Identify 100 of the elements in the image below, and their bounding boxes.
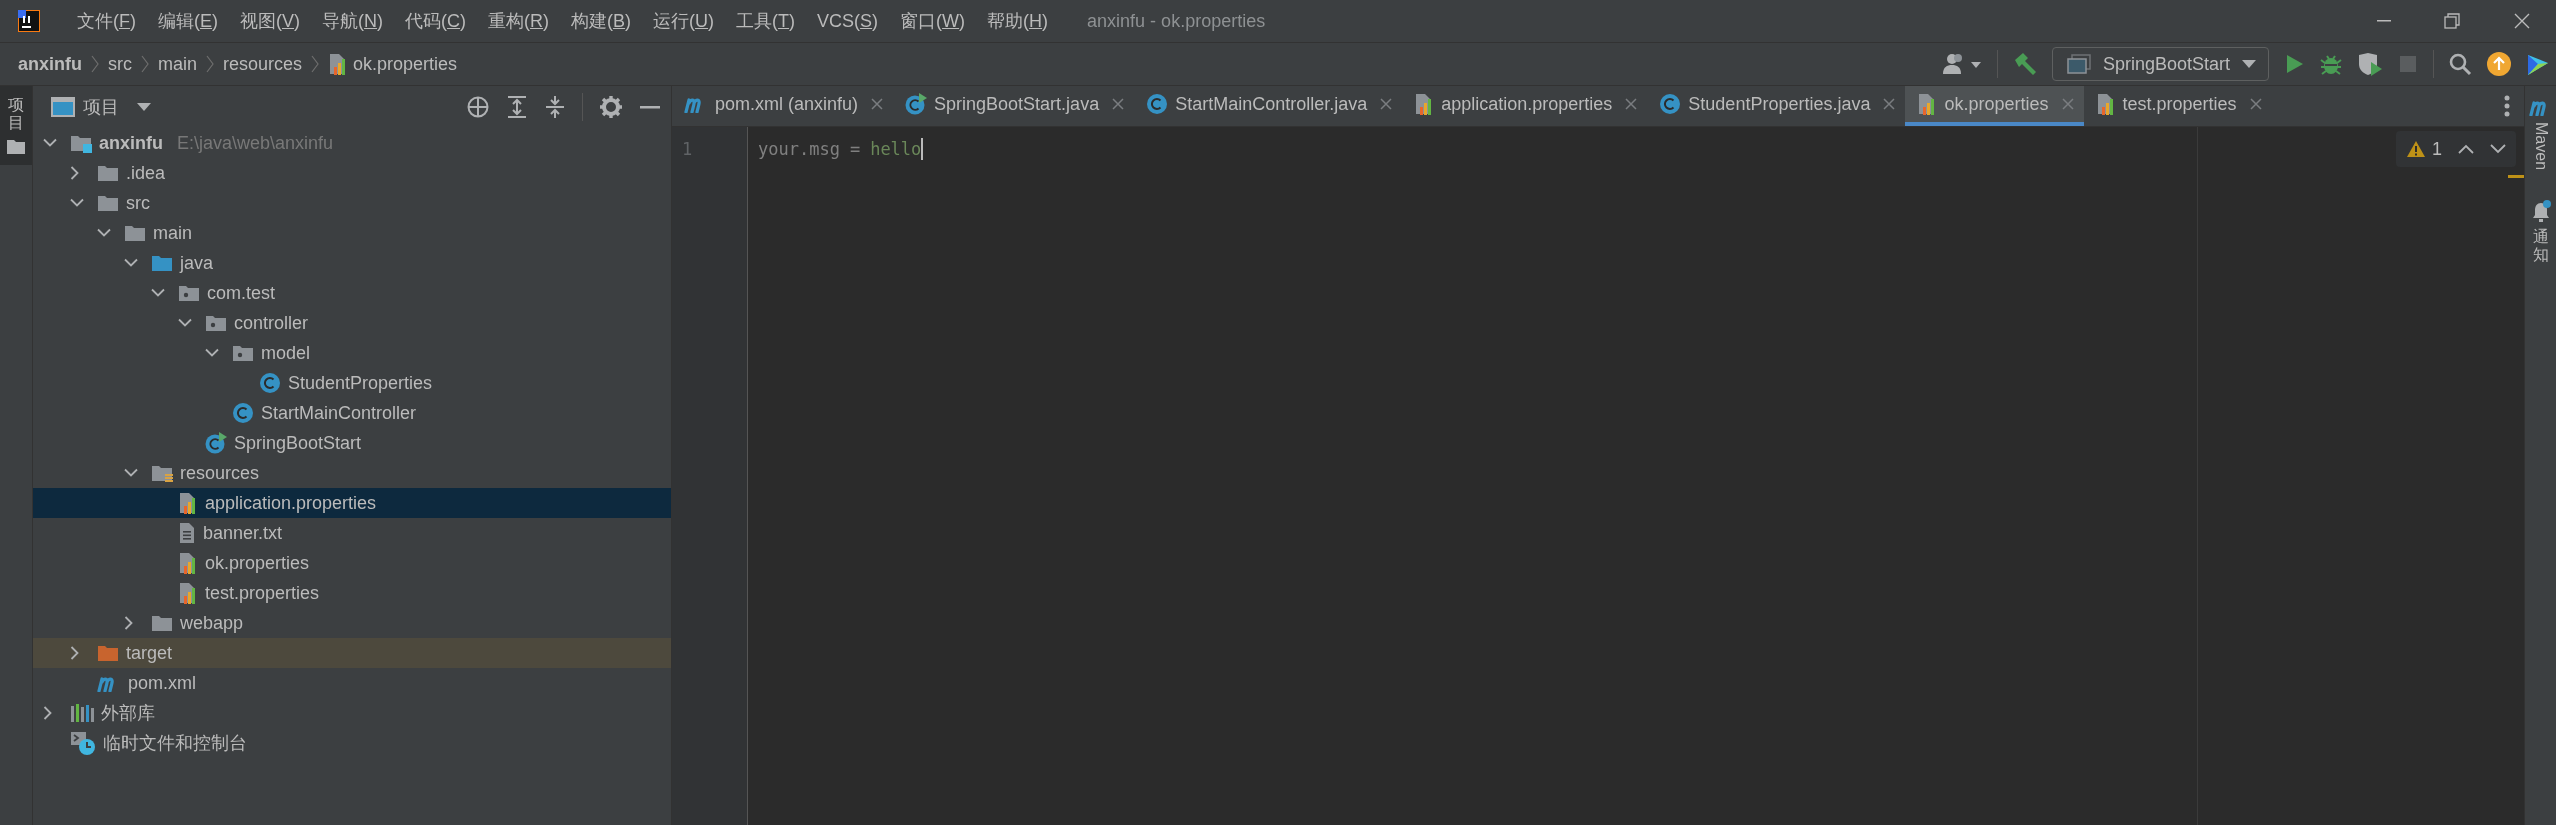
users-dropdown-icon[interactable] <box>1942 52 1983 76</box>
close-icon[interactable] <box>1625 98 1638 110</box>
tree-item[interactable]: banner.txt <box>33 518 671 548</box>
close-icon[interactable] <box>2249 98 2262 110</box>
libraries-icon <box>70 703 94 723</box>
tree-item[interactable]: application.properties <box>33 488 671 518</box>
inspection-widget[interactable]: 1 <box>2396 131 2516 167</box>
resources-folder-icon <box>151 463 173 483</box>
chevron-down-icon[interactable] <box>124 468 138 478</box>
menu-item[interactable]: VCS(S) <box>806 10 890 32</box>
chevron-up-icon[interactable] <box>2458 144 2474 154</box>
main-class-icon <box>905 93 928 115</box>
tree-item[interactable]: ok.properties <box>33 548 671 578</box>
tree-item[interactable]: controller <box>33 308 671 338</box>
menu-item[interactable]: 文件(F) <box>66 9 147 33</box>
menu-item[interactable]: 视图(V) <box>229 9 312 33</box>
editor-tab[interactable]: StartMainController.java <box>1134 86 1403 126</box>
editor-tab[interactable]: pom.xml (anxinfu) <box>672 86 894 126</box>
menu-item[interactable]: 编辑(E) <box>147 9 229 33</box>
tree-item[interactable]: StartMainController <box>33 398 671 428</box>
maven-tool-tab[interactable]: Maven <box>2528 98 2553 171</box>
editor-tab[interactable]: application.properties <box>1402 86 1648 126</box>
chevron-down-icon[interactable] <box>70 198 84 208</box>
main-class-icon <box>205 432 227 454</box>
tree-item[interactable]: StudentProperties <box>33 368 671 398</box>
tree-item[interactable]: model <box>33 338 671 368</box>
package-icon <box>205 313 227 333</box>
menu-item[interactable]: 导航(N) <box>311 9 395 33</box>
editor-tab[interactable]: ok.properties <box>1905 86 2084 126</box>
settings-icon[interactable] <box>599 95 623 119</box>
breadcrumb[interactable]: anxinfu <box>18 53 82 75</box>
menu-item[interactable]: 帮助(H) <box>976 9 1060 33</box>
menu-item[interactable]: 代码(C) <box>394 9 478 33</box>
tree-item[interactable]: src <box>33 188 671 218</box>
folder-icon <box>97 643 119 663</box>
chevron-right-icon[interactable] <box>70 646 80 660</box>
warning-marker <box>2508 175 2524 178</box>
folder-icon <box>6 139 26 156</box>
menu-item[interactable]: 运行(U) <box>642 9 726 33</box>
caret-icon[interactable] <box>137 103 151 111</box>
chevron-right-icon[interactable] <box>124 616 134 630</box>
menu-item[interactable]: 重构(R) <box>477 9 561 33</box>
menu-item[interactable]: 工具(T) <box>725 9 807 33</box>
caret-icon <box>2242 60 2256 68</box>
tree-item[interactable]: java <box>33 248 671 278</box>
properties-file-icon <box>178 582 198 604</box>
project-tool-tab[interactable]: 项目 <box>0 86 32 166</box>
chevron-down-icon[interactable] <box>2490 144 2506 154</box>
close-icon[interactable] <box>1112 98 1125 110</box>
search-icon[interactable] <box>2448 52 2472 76</box>
close-icon[interactable] <box>1380 98 1393 110</box>
tree-item[interactable]: SpringBootStart <box>33 428 671 458</box>
chevron-icon <box>91 55 99 73</box>
tree-item[interactable]: 临时文件和控制台 <box>33 728 671 758</box>
tree-item[interactable]: anxinfu E:\java\web\anxinfu <box>33 128 671 158</box>
tree-item[interactable]: target <box>33 638 671 668</box>
panel-title[interactable]: 项目 <box>83 95 119 119</box>
breadcrumb[interactable]: src <box>108 53 132 75</box>
collapse-all-icon[interactable] <box>544 95 566 119</box>
tree-item[interactable]: 外部库 <box>33 698 671 728</box>
breadcrumb[interactable]: main <box>158 53 198 75</box>
package-icon <box>232 343 254 363</box>
chevron-down-icon[interactable] <box>97 228 111 238</box>
chevron-down-icon[interactable] <box>151 288 165 298</box>
bell-icon <box>2530 200 2551 223</box>
folder-icon <box>97 163 119 183</box>
chevron-down-icon[interactable] <box>205 348 219 358</box>
scratches-icon <box>70 730 96 756</box>
editor-tab[interactable]: SpringBootStart.java <box>893 86 1135 126</box>
expand-all-icon[interactable] <box>506 95 528 119</box>
run-configuration-dropdown[interactable]: SpringBootStart <box>2051 47 2269 81</box>
chevron-icon <box>141 55 149 73</box>
breadcrumb[interactable]: resources <box>223 53 303 75</box>
notifications-tool-tab[interactable]: 通知 <box>2530 200 2551 264</box>
shield-run-icon[interactable] <box>2357 52 2383 76</box>
breadcrumb[interactable]: ok.properties <box>328 53 458 75</box>
tree-item[interactable]: resources <box>33 458 671 488</box>
chevron-right-icon[interactable] <box>43 706 53 720</box>
editor-tab[interactable]: StudentProperties.java <box>1647 86 1906 126</box>
close-icon[interactable] <box>1883 98 1896 110</box>
chevron-right-icon[interactable] <box>70 166 80 180</box>
menu-item[interactable]: 窗口(W) <box>889 9 977 33</box>
chevron-down-icon[interactable] <box>124 258 138 268</box>
tree-item[interactable]: main <box>33 218 671 248</box>
project-view-icon <box>51 97 75 117</box>
tree-item[interactable]: pom.xml <box>33 668 671 698</box>
tree-item[interactable]: com.test <box>33 278 671 308</box>
editor-tab[interactable]: test.properties <box>2083 86 2272 126</box>
menu-item[interactable]: 构建(B) <box>560 9 643 33</box>
text-file-icon <box>178 522 196 544</box>
tree-item[interactable]: .idea <box>33 158 671 188</box>
tree-item[interactable]: webapp <box>33 608 671 638</box>
close-icon[interactable] <box>871 98 884 110</box>
tree-item[interactable]: test.properties <box>33 578 671 608</box>
more-icon[interactable] <box>2504 95 2510 117</box>
locate-icon[interactable] <box>466 95 490 119</box>
update-icon[interactable] <box>2486 51 2512 77</box>
folder-icon <box>124 223 146 243</box>
chevron-down-icon[interactable] <box>43 138 57 148</box>
chevron-down-icon[interactable] <box>178 318 192 328</box>
